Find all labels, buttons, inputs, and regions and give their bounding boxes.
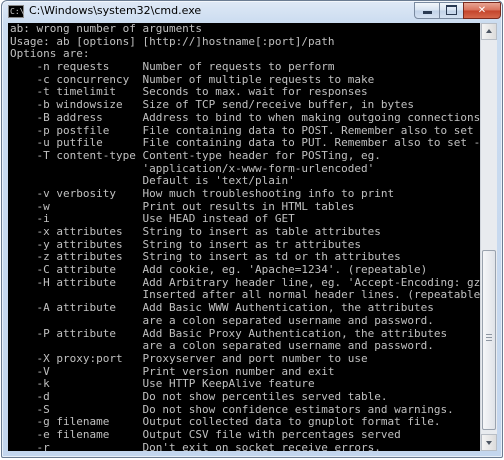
close-icon: ✕: [477, 5, 487, 16]
title-bar[interactable]: C:\ C:\Windows\system32\cmd.exe ✕: [2, 1, 502, 23]
console-line: -r Don't exit on socket receive errors.: [10, 440, 381, 451]
console-line: -b windowsize Size of TCP send/receive b…: [10, 98, 414, 112]
console-line: -n requests Number of requests to perfor…: [10, 60, 335, 74]
console-line: -e filename Output CSV file with percent…: [10, 428, 401, 441]
vertical-scrollbar[interactable]: [480, 23, 497, 451]
console-line: -B address Address to bind to when makin…: [10, 110, 480, 124]
console-line: -C attribute Add cookie, eg. 'Apache=123…: [10, 263, 428, 277]
console-output[interactable]: ab: wrong number of arguments Usage: ab […: [8, 23, 480, 451]
console-line: -A attribute Add Basic WWW Authenticatio…: [10, 301, 434, 315]
minimize-icon: [422, 10, 432, 14]
console-line: ab: wrong number of arguments: [10, 23, 203, 35]
grip-icon: [486, 334, 492, 335]
console-line: -v verbosity How much troubleshooting in…: [10, 186, 395, 200]
scroll-thumb[interactable]: [482, 250, 496, 430]
console-line: -d Do not show percentiles served table.: [10, 389, 388, 403]
window-title: C:\Windows\system32\cmd.exe: [29, 4, 202, 17]
console-line: -X proxy:port Proxyserver and port numbe…: [10, 351, 368, 365]
console-line: -x attributes String to insert as table …: [10, 225, 381, 238]
arrow-up-icon: [486, 29, 492, 33]
scroll-up-button[interactable]: [481, 23, 497, 40]
scroll-down-button[interactable]: [481, 434, 497, 451]
console-line: are a colon separated username and passw…: [10, 339, 434, 353]
console-icon[interactable]: C:\: [8, 5, 24, 18]
arrow-down-icon: [486, 441, 492, 445]
grip-icon: [486, 337, 492, 338]
grip-icon: [486, 340, 492, 341]
console-line: -T content-type Content-type header for …: [10, 148, 381, 162]
cmd-window: C:\ C:\Windows\system32\cmd.exe ✕ ab: wr…: [1, 0, 503, 458]
minimize-button[interactable]: [414, 2, 440, 19]
maximize-icon: [446, 4, 457, 15]
close-button[interactable]: ✕: [463, 2, 501, 19]
console-line: are a colon separated username and passw…: [10, 313, 434, 327]
console-line: -u putfile File containing data to PUT. …: [10, 136, 480, 150]
maximize-button[interactable]: [439, 2, 464, 19]
